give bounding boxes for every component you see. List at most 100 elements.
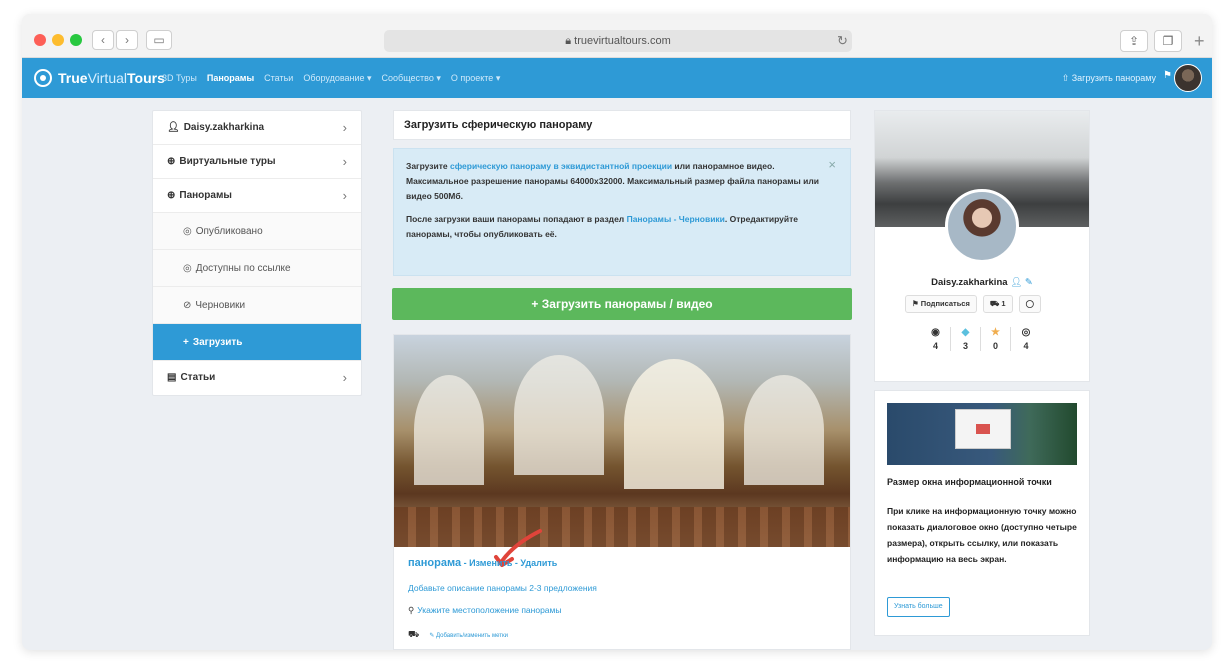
profile-avatar[interactable]: [945, 189, 1019, 263]
sidebar-item-by-link[interactable]: ◎ Доступны по ссылке: [153, 250, 361, 287]
share-icon[interactable]: ⇪: [1120, 30, 1148, 52]
site-navbar: TrueVirtualTours 3D Туры Панорамы Статьи…: [22, 58, 1212, 98]
stat-diamonds: ◆ 3: [951, 327, 981, 351]
panorama-thumbnail[interactable]: [394, 335, 850, 547]
sidebar-item-panoramas[interactable]: ⊕ Панорамы ›: [153, 179, 361, 213]
chevron-right-icon: ›: [342, 154, 347, 169]
info-paragraph-1: Загрузите сферическую панораму в эквидис…: [406, 159, 836, 204]
address-bar[interactable]: 🔒︎ truevirtualtours.com: [384, 30, 852, 52]
sidebar-item-label: Загрузить: [192, 337, 243, 348]
stat-value: 4: [1023, 341, 1029, 351]
notifications-icon[interactable]: ⚑: [1163, 70, 1172, 81]
nav-panoramas[interactable]: Панорамы: [207, 73, 254, 83]
profile-name-row: Daisy.zakharkina 👤︎ ✎: [875, 277, 1089, 288]
sidebar-item-label: Статьи: [180, 372, 216, 383]
eye-slash-icon: ⊘: [183, 300, 192, 311]
nav-about[interactable]: О проекте ▾: [451, 73, 500, 84]
nav-equipment[interactable]: Оборудование ▾: [303, 73, 371, 84]
stat-value: 3: [962, 341, 968, 351]
info-alert: × Загрузите сферическую панораму в эквид…: [393, 148, 851, 276]
separator: -: [461, 558, 470, 568]
url-text: truevirtualtours.com: [574, 35, 671, 47]
diamond-icon: ◆: [961, 327, 970, 338]
edit-link[interactable]: Изменить: [469, 558, 512, 568]
subscribe-button[interactable]: ⚑ Подписаться: [905, 295, 977, 313]
delete-link[interactable]: Удалить: [520, 558, 557, 568]
profile-name[interactable]: Daisy.zakharkina: [931, 277, 1007, 288]
close-icon[interactable]: ×: [828, 157, 836, 172]
site-logo[interactable]: TrueVirtualTours: [34, 58, 165, 98]
upload-panorama-link[interactable]: ⇧ Загрузить панораму: [1062, 58, 1156, 98]
followers-button[interactable]: ⛟ 1: [982, 295, 1013, 313]
panorama-name-link[interactable]: панорама: [408, 557, 461, 569]
drafts-link[interactable]: Панорамы - Черновики: [627, 214, 725, 224]
sidebar-item-label: Виртуальные туры: [179, 156, 276, 167]
star-icon: ★: [991, 327, 1000, 338]
tabs-overview-icon[interactable]: ❐: [1154, 30, 1182, 52]
info-text: После загрузки ваши панорамы попадают в …: [406, 214, 627, 224]
eye-icon: ◎: [183, 263, 192, 274]
sidebar-item-published[interactable]: ◎ Опубликовано: [153, 213, 361, 250]
edit-tags-link[interactable]: ✎ Добавить/изменить метки: [429, 633, 508, 639]
zoom-window-button[interactable]: [70, 34, 82, 46]
tags-row: ⛟ ✎ Добавить/изменить метки: [408, 629, 508, 641]
tags-icon: ⛟: [408, 629, 420, 639]
panorama-card: панорама - Изменить - Удалить Добавьте о…: [393, 334, 851, 650]
dialog-preview: [955, 409, 1011, 449]
arch-shape: [624, 359, 724, 489]
tip-illustration: [887, 403, 1077, 465]
sidebar-item-label: Опубликовано: [195, 226, 263, 237]
message-button[interactable]: ◯: [1018, 295, 1041, 313]
user-icon: 👤︎: [1010, 277, 1023, 288]
chat-icon: ◯: [1025, 299, 1034, 308]
set-location-link[interactable]: Укажите местоположение панорамы: [417, 605, 561, 615]
tip-text: При клике на информационную точку можно …: [887, 506, 1077, 564]
followers-count: 1: [1001, 299, 1006, 308]
nav-articles[interactable]: Статьи: [264, 73, 293, 83]
edit-pencil-icon[interactable]: ✎: [1025, 277, 1033, 288]
sidebar-item-virtual-tours[interactable]: ⊕ Виртуальные туры ›: [153, 145, 361, 179]
arch-shape: [414, 375, 484, 485]
user-avatar[interactable]: [1174, 64, 1202, 92]
stat-value: 4: [932, 341, 938, 351]
profile-actions: ⚑ Подписаться ⛟ 1 ◯: [905, 295, 1041, 313]
upload-panoramas-button[interactable]: + Загрузить панорамы / видео: [392, 288, 852, 320]
add-description-link[interactable]: Добавьте описание панорамы 2-3 предложен…: [408, 583, 597, 593]
location-row: ⚲ Укажите местоположение панорамы: [408, 605, 562, 616]
map-pin-icon: ⚲: [408, 605, 415, 615]
sidebar-item-drafts[interactable]: ⊘ Черновики: [153, 287, 361, 324]
dialog-marker: [976, 424, 990, 434]
lock-icon: 🔒︎: [565, 35, 575, 47]
stat-stars: ★ 0: [981, 327, 1011, 351]
sidebar-item-label: Панорамы: [179, 190, 232, 201]
sidebar-toggle-icon[interactable]: ▭: [146, 30, 172, 50]
close-window-button[interactable]: [34, 34, 46, 46]
browser-window: ‹ › ▭ 🔒︎ truevirtualtours.com ↻ ⇪ ❐ + Tr…: [22, 14, 1212, 650]
minimize-window-button[interactable]: [52, 34, 64, 46]
nav-community[interactable]: Сообщество ▾: [382, 73, 441, 84]
nav-3d-tours[interactable]: 3D Туры: [162, 73, 197, 83]
chevron-right-icon: ›: [342, 120, 347, 135]
new-tab-icon[interactable]: +: [1194, 30, 1205, 52]
sidebar-item-user[interactable]: 👤︎ Daisy.zakharkina ›: [153, 111, 361, 145]
sidebar-item-upload[interactable]: + Загрузить: [153, 324, 361, 361]
arch-shape: [744, 375, 824, 485]
reload-icon[interactable]: ↻: [837, 30, 848, 52]
user-icon: 👤︎: [167, 122, 180, 133]
brand-part-virtual: Virtual: [87, 70, 128, 86]
stat-value: 0: [992, 341, 998, 351]
back-icon[interactable]: ‹: [92, 30, 114, 50]
stat-views: ◎ 4: [1011, 327, 1041, 351]
sidebar-item-articles[interactable]: ▤ Статьи ›: [153, 361, 361, 395]
eye-icon: ◎: [183, 226, 192, 237]
sidebar: 👤︎ Daisy.zakharkina › ⊕ Виртуальные туры › ⊕…: [152, 110, 362, 396]
tip-title: Размер окна информационной точки: [887, 477, 1052, 487]
equirectangular-link[interactable]: сферическую панораму в эквидистантной пр…: [450, 161, 672, 171]
arch-shape: [514, 355, 604, 475]
panorama-actions: панорама - Изменить - Удалить: [408, 557, 557, 569]
stat-panoramas: ◉ 4: [921, 327, 951, 351]
sidebar-item-label: Черновики: [195, 300, 246, 311]
learn-more-button[interactable]: Узнать больше: [887, 597, 950, 617]
sidebar-item-label: Доступны по ссылке: [195, 263, 291, 274]
forward-icon[interactable]: ›: [116, 30, 138, 50]
